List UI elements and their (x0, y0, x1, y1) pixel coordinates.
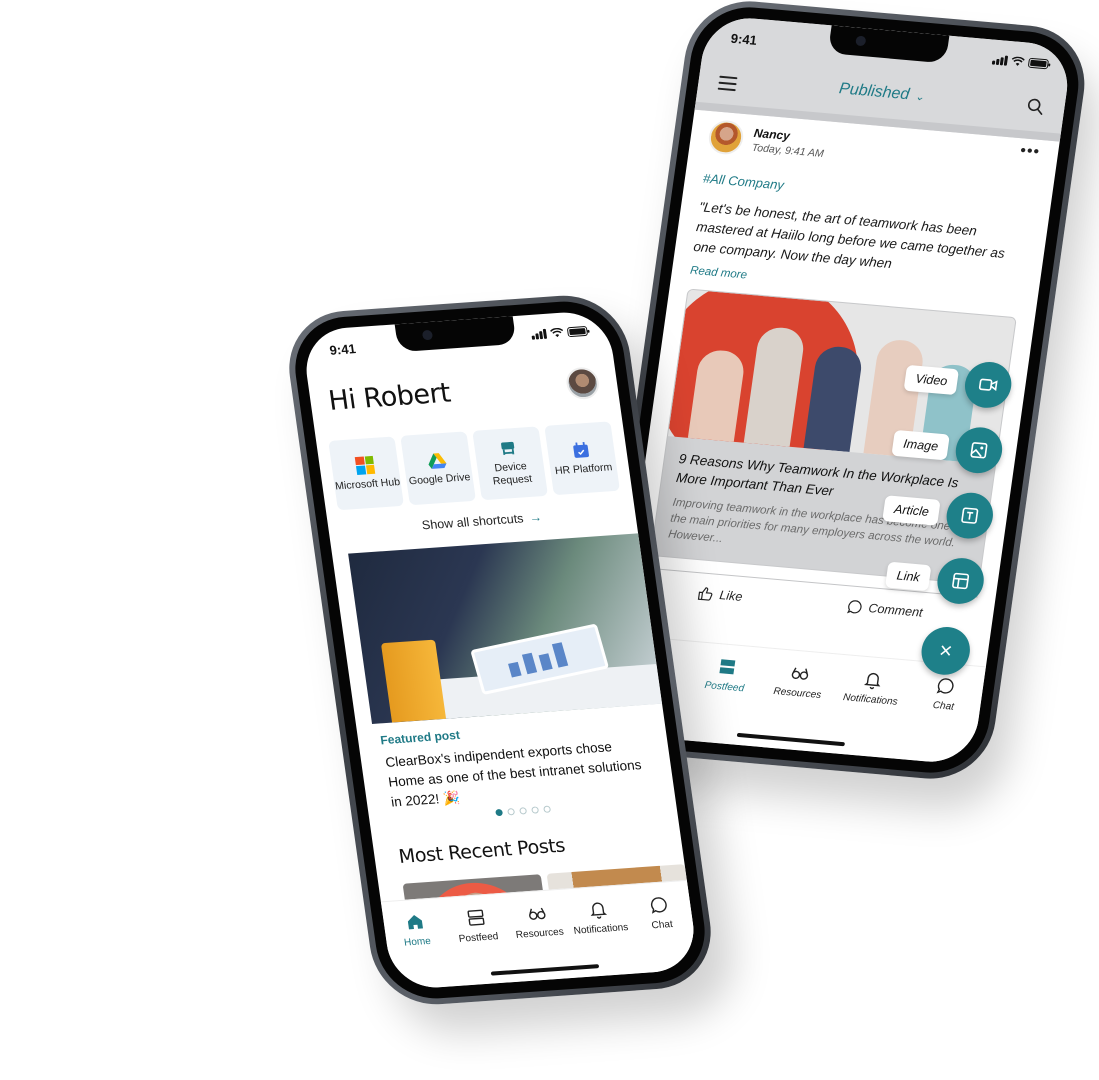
postfeed-icon (467, 909, 485, 926)
stage: 9:41 Published ⌄ Nancy Today, 9:41 AM ••… (0, 0, 1099, 1080)
comment-label: Comment (867, 601, 924, 620)
tab-label: Postfeed (703, 679, 745, 695)
tab-home[interactable]: Home (383, 910, 454, 990)
device-icon (501, 441, 515, 456)
tab-label: Chat (650, 918, 674, 932)
postfeed-icon (719, 659, 736, 675)
tab-label: Chat (932, 699, 955, 713)
battery-icon (1027, 57, 1050, 70)
postfeed-screen: 9:41 Published ⌄ Nancy Today, 9:41 AM ••… (606, 14, 1074, 766)
shortcut-label: HR Platform (554, 460, 614, 477)
video-icon[interactable] (962, 360, 1015, 410)
image-icon[interactable] (952, 425, 1006, 476)
wifi-icon (1011, 56, 1025, 66)
tab-chat[interactable]: Chat (906, 673, 978, 764)
user-avatar[interactable] (564, 366, 601, 401)
arrow-right-icon: → (528, 510, 543, 525)
tab-label: Notifications (573, 922, 630, 937)
carousel-dot[interactable] (518, 807, 527, 815)
shortcut-device-request[interactable]: Device Request (472, 426, 548, 501)
chevron-down-icon: ⌄ (914, 90, 926, 104)
search-icon[interactable] (1025, 97, 1045, 116)
shortcut-microsoft-hub[interactable]: Microsoft Hub (328, 436, 404, 511)
bell-icon (864, 672, 881, 690)
camera-icon (855, 35, 867, 47)
shortcut-label: Device Request (492, 460, 533, 488)
shortcut-google-drive[interactable]: Google Drive (400, 431, 476, 506)
status-time: 9:41 (729, 30, 758, 48)
camera-icon (421, 329, 434, 341)
author-avatar[interactable] (706, 119, 746, 156)
comment-button[interactable]: Comment (845, 598, 924, 620)
tab-postfeed[interactable]: Postfeed (687, 654, 759, 745)
greeting-row: Hi Robert (326, 366, 601, 417)
shortcuts-grid: Microsoft Hub Google Drive Device Reques… (328, 421, 620, 511)
tab-chat[interactable]: Chat (628, 893, 699, 973)
fab-label-image[interactable]: Image (891, 429, 950, 461)
wifi-icon (550, 327, 564, 338)
greeting: Hi Robert (326, 377, 453, 417)
featured-post-image[interactable] (348, 533, 663, 724)
like-button[interactable]: Like (696, 585, 743, 605)
more-options-icon[interactable]: ••• (1019, 142, 1041, 162)
fab-label-video[interactable]: Video (903, 364, 960, 396)
bell-icon (590, 902, 608, 919)
fab-label-article[interactable]: Article (882, 495, 941, 526)
tab-label: Home (403, 935, 432, 949)
article-icon[interactable] (943, 490, 996, 541)
thumbs-up-icon (698, 587, 713, 601)
carousel-dot[interactable] (530, 806, 539, 814)
google-drive-icon (428, 452, 447, 469)
like-label: Like (718, 588, 744, 604)
comment-icon (846, 600, 862, 614)
chat-icon (651, 897, 668, 914)
signal-icon (991, 55, 1009, 66)
tab-label: Resources (515, 926, 565, 941)
notch (394, 316, 517, 353)
tab-label: Resources (772, 685, 822, 702)
link-layout-icon[interactable] (934, 556, 987, 606)
create-link-option[interactable]: Link (884, 552, 987, 606)
create-video-option[interactable]: Video (902, 355, 1015, 410)
close-icon: × (937, 637, 954, 664)
shortcut-hr-platform[interactable]: HR Platform (544, 421, 620, 496)
tab-label: Postfeed (458, 931, 500, 945)
carousel-dot[interactable] (494, 808, 503, 817)
microsoft-icon (354, 455, 376, 475)
feed-filter-dropdown[interactable]: Published ⌄ (698, 68, 1066, 118)
carousel-dot[interactable] (506, 808, 515, 816)
create-image-option[interactable]: Image (890, 420, 1006, 476)
create-article-option[interactable]: Article (881, 485, 996, 541)
show-all-shortcuts-link[interactable]: Show all shortcuts → (328, 504, 636, 539)
shortcut-label: Google Drive (408, 470, 472, 487)
calendar-icon (573, 441, 589, 458)
fab-label-link[interactable]: Link (885, 561, 932, 592)
shortcut-label: Microsoft Hub (334, 475, 401, 492)
status-icons (531, 325, 589, 340)
feed-filter-label: Published (837, 80, 911, 104)
glasses-icon (529, 907, 546, 920)
glasses-icon (791, 667, 809, 680)
recent-posts-heading: Most Recent Posts (397, 834, 567, 868)
battery-icon (566, 325, 589, 338)
show-all-label: Show all shortcuts (420, 511, 525, 533)
signal-icon (531, 328, 548, 340)
carousel-dot[interactable] (542, 805, 551, 813)
status-time: 9:41 (328, 341, 357, 358)
home-icon (407, 915, 423, 930)
tab-label: Notifications (842, 692, 899, 708)
chat-icon (936, 678, 954, 694)
featured-post-label: Featured post (379, 727, 461, 748)
